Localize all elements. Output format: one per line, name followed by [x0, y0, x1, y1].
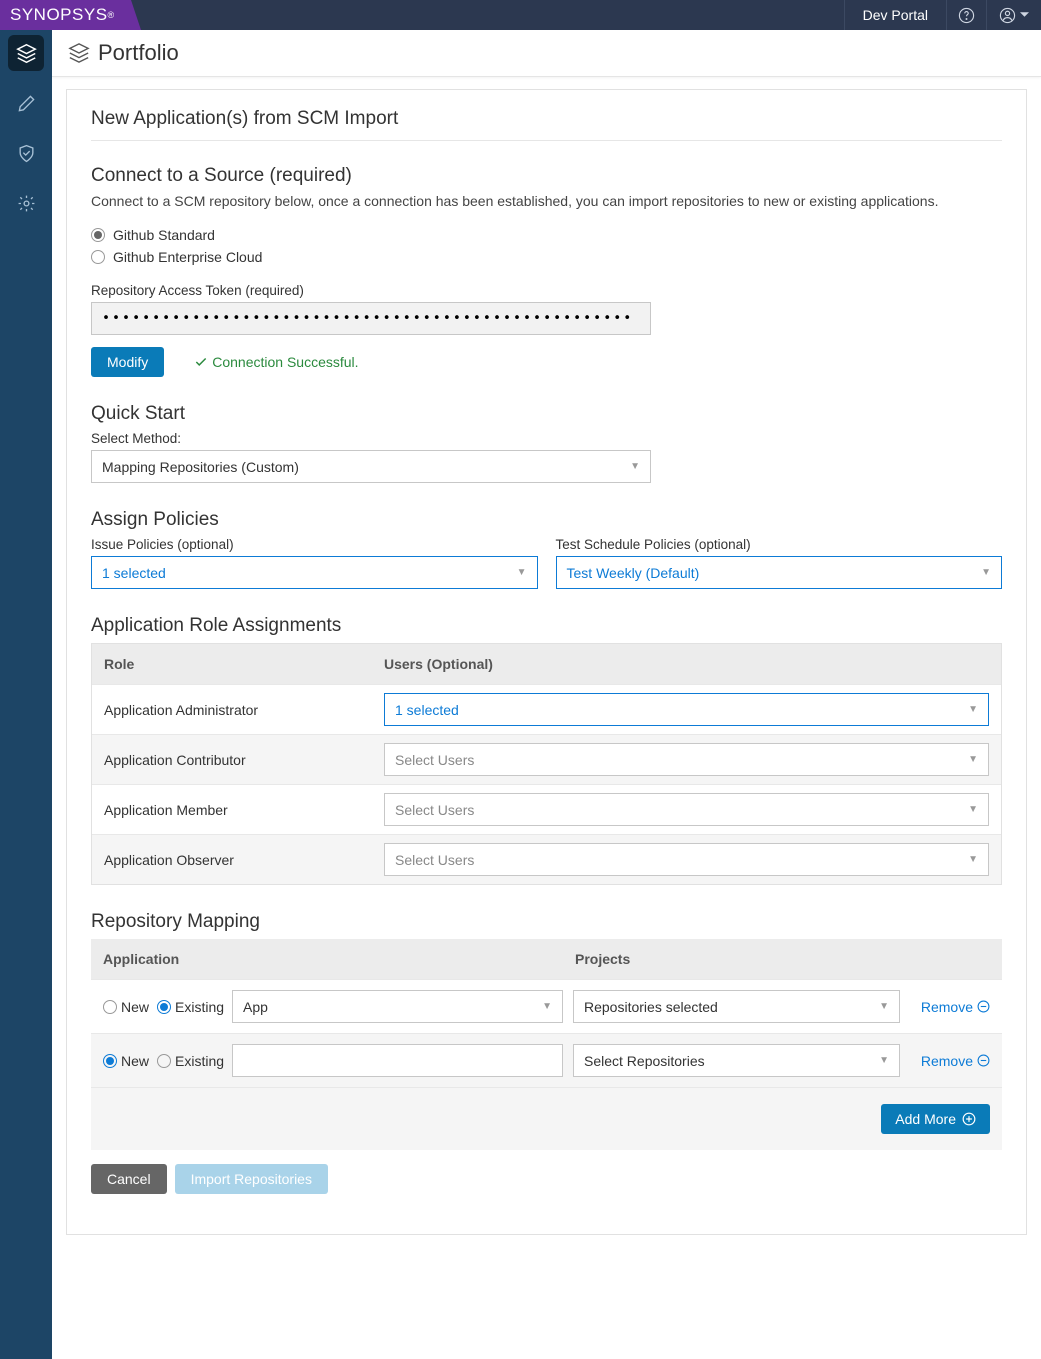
add-more-button[interactable]: Add More	[881, 1104, 990, 1134]
portfolio-icon	[68, 42, 90, 64]
chevron-down-icon: ▼	[517, 567, 527, 578]
token-label: Repository Access Token (required)	[91, 283, 1002, 298]
chevron-down-icon: ▼	[968, 804, 978, 815]
mapping-table: Application Projects New Existing App▼ R…	[91, 939, 1002, 1150]
chevron-down-icon: ▼	[879, 1055, 889, 1066]
role-name: Application Administrator	[104, 702, 384, 718]
page-title: Portfolio	[98, 40, 179, 66]
chevron-down-icon	[1020, 12, 1029, 18]
import-panel: New Application(s) from SCM Import Conne…	[66, 89, 1027, 1235]
chevron-down-icon: ▼	[968, 704, 978, 715]
chevron-down-icon: ▼	[879, 1001, 889, 1012]
remove-icon	[977, 1054, 990, 1067]
users-select-member[interactable]: Select Users▼	[384, 793, 989, 826]
remove-row1[interactable]: Remove	[921, 1053, 990, 1069]
user-menu[interactable]	[986, 0, 1041, 30]
radio-new-row1[interactable]	[103, 1054, 117, 1068]
topbar: SYNOPSYS® Dev Portal	[0, 0, 1041, 30]
th-application: Application	[91, 939, 563, 979]
remove-row0[interactable]: Remove	[921, 999, 990, 1015]
roles-heading: Application Role Assignments	[91, 615, 1002, 637]
chevron-down-icon: ▼	[542, 1001, 552, 1012]
quickstart-heading: Quick Start	[91, 403, 1002, 425]
plus-circle-icon	[962, 1112, 976, 1126]
radio-github-standard[interactable]	[91, 228, 105, 242]
import-repos-button[interactable]: Import Repositories	[175, 1164, 328, 1194]
token-input[interactable]	[91, 302, 651, 335]
project-select-row1[interactable]: Select Repositories▼	[573, 1044, 900, 1077]
sidebar-item-pen[interactable]	[8, 85, 44, 121]
app-input-row1[interactable]	[232, 1044, 563, 1077]
check-icon	[194, 355, 208, 369]
issue-policies-select[interactable]: 1 selected▼	[91, 556, 538, 589]
connect-heading: Connect to a Source (required)	[91, 165, 1002, 187]
radio-github-enterprise[interactable]	[91, 250, 105, 264]
schedule-policies-select[interactable]: Test Weekly (Default)▼	[556, 556, 1003, 589]
chevron-down-icon: ▼	[630, 461, 640, 472]
sidebar-item-settings[interactable]	[8, 185, 44, 221]
cancel-button[interactable]: Cancel	[91, 1164, 167, 1194]
connect-subtext: Connect to a SCM repository below, once …	[91, 193, 1002, 209]
role-name: Application Observer	[104, 852, 384, 868]
users-select-contributor[interactable]: Select Users▼	[384, 743, 989, 776]
role-name: Application Member	[104, 802, 384, 818]
schedule-policies-label: Test Schedule Policies (optional)	[556, 537, 1003, 552]
mapping-heading: Repository Mapping	[91, 911, 1002, 933]
modify-button[interactable]: Modify	[91, 347, 164, 377]
radio-existing-row0[interactable]	[157, 1000, 171, 1014]
remove-icon	[977, 1000, 990, 1013]
sidebar-item-portfolio[interactable]	[8, 35, 44, 71]
radio-existing-row1[interactable]	[157, 1054, 171, 1068]
dev-portal-link[interactable]: Dev Portal	[844, 0, 946, 30]
th-role: Role	[92, 644, 372, 684]
roles-table: Role Users (Optional) Application Admini…	[91, 643, 1002, 885]
chevron-down-icon: ▼	[968, 854, 978, 865]
policies-heading: Assign Policies	[91, 509, 1002, 531]
chevron-down-icon: ▼	[968, 754, 978, 765]
chevron-down-icon: ▼	[981, 567, 991, 578]
issue-policies-label: Issue Policies (optional)	[91, 537, 538, 552]
role-name: Application Contributor	[104, 752, 384, 768]
th-projects: Projects	[563, 939, 1002, 979]
users-select-admin[interactable]: 1 selected▼	[384, 693, 989, 726]
users-select-observer[interactable]: Select Users▼	[384, 843, 989, 876]
brand-logo: SYNOPSYS®	[0, 0, 131, 30]
method-select[interactable]: Mapping Repositories (Custom)▼	[91, 450, 651, 483]
panel-title: New Application(s) from SCM Import	[91, 108, 1002, 130]
quickstart-label: Select Method:	[91, 431, 1002, 446]
sidebar-item-shield[interactable]	[8, 135, 44, 171]
help-icon[interactable]	[946, 0, 986, 30]
project-select-row0[interactable]: Repositories selected▼	[573, 990, 900, 1023]
page-header: Portfolio	[52, 30, 1041, 77]
th-users: Users (Optional)	[372, 644, 1001, 684]
radio-label: Github Standard	[113, 227, 215, 243]
radio-label: Github Enterprise Cloud	[113, 249, 262, 265]
sidebar	[0, 30, 52, 1359]
radio-new-row0[interactable]	[103, 1000, 117, 1014]
connection-status: Connection Successful.	[194, 354, 358, 370]
app-select-row0[interactable]: App▼	[232, 990, 563, 1023]
